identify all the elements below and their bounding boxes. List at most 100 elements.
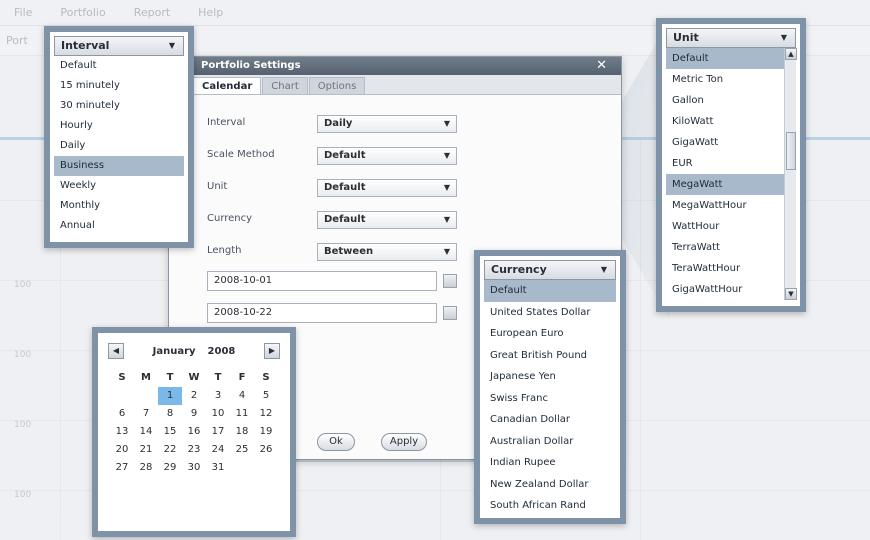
interval-dropdown-header[interactable]: Interval ▼	[54, 36, 184, 56]
calendar-day[interactable]: 13	[110, 423, 134, 441]
length-select[interactable]: Between ▼	[317, 243, 457, 261]
chevron-down-icon: ▼	[600, 265, 607, 274]
apply-button[interactable]: Apply	[381, 433, 427, 451]
scroll-thumb[interactable]	[786, 132, 796, 170]
unit-option-selected[interactable]: Default	[666, 48, 796, 69]
calendar-day[interactable]: 15	[158, 423, 182, 441]
menu-report[interactable]: Report	[134, 6, 170, 19]
calendar-day[interactable]: 12	[254, 405, 278, 423]
currency-option[interactable]: Canadian Dollar	[484, 409, 616, 431]
calendar-day[interactable]: 4	[230, 387, 254, 405]
interval-select[interactable]: Daily ▼	[317, 115, 457, 133]
y-axis-label: 100	[14, 350, 32, 360]
calendar-day[interactable]: 16	[182, 423, 206, 441]
calendar-day[interactable]: 3	[206, 387, 230, 405]
unit-option[interactable]: GigaWatt	[666, 132, 796, 153]
close-icon[interactable]: ✕	[596, 57, 607, 75]
tab-calendar[interactable]: Calendar	[193, 77, 262, 94]
currency-dropdown-header[interactable]: Currency ▼	[484, 260, 616, 280]
calendar-day-selected[interactable]: 1	[158, 387, 182, 405]
tab-options[interactable]: Options	[308, 77, 366, 94]
calendar-day[interactable]: 20	[110, 441, 134, 459]
calendar-day[interactable]: 2	[182, 387, 206, 405]
menu-portfolio[interactable]: Portfolio	[60, 6, 105, 19]
calendar-day[interactable]: 31	[206, 459, 230, 477]
unit-option[interactable]: TerraWatt	[666, 237, 796, 258]
currency-option[interactable]: United States Dollar	[484, 302, 616, 324]
calendar-day[interactable]: 7	[134, 405, 158, 423]
menu-help[interactable]: Help	[198, 6, 223, 19]
ok-button[interactable]: Ok	[317, 433, 355, 451]
interval-option[interactable]: Daily	[54, 136, 184, 156]
calendar-day[interactable]: 14	[134, 423, 158, 441]
interval-option[interactable]: Monthly	[54, 196, 184, 216]
unit-dropdown-title: Unit	[673, 31, 699, 44]
calendar-day[interactable]: 10	[206, 405, 230, 423]
calendar-day[interactable]: 27	[110, 459, 134, 477]
interval-option[interactable]: Weekly	[54, 176, 184, 196]
calendar-day[interactable]: 25	[230, 441, 254, 459]
calendar-day[interactable]: 29	[158, 459, 182, 477]
interval-option[interactable]: Default	[54, 56, 184, 76]
unit-option[interactable]: EUR	[666, 153, 796, 174]
start-date-field[interactable]: 2008-10-01	[207, 271, 437, 291]
unit-option-highlighted[interactable]: MegaWatt	[666, 174, 796, 195]
calendar-day[interactable]: 6	[110, 405, 134, 423]
calendar-day[interactable]: 9	[182, 405, 206, 423]
currency-option[interactable]: New Zealand Dollar	[484, 474, 616, 496]
end-date-field[interactable]: 2008-10-22	[207, 303, 437, 323]
calendar-day[interactable]: 8	[158, 405, 182, 423]
calendar-day[interactable]: 24	[206, 441, 230, 459]
currency-option[interactable]: Great British Pound	[484, 345, 616, 367]
currency-option[interactable]: South African Rand	[484, 495, 616, 517]
calendar-day[interactable]: 26	[254, 441, 278, 459]
unit-option[interactable]: KiloWatt	[666, 111, 796, 132]
interval-select-value: Daily	[324, 118, 353, 129]
unit-scrollbar[interactable]: ▲ ▼	[784, 48, 797, 300]
calendar-day[interactable]: 21	[134, 441, 158, 459]
currency-option[interactable]: Swiss Franc	[484, 388, 616, 410]
currency-option[interactable]: Indian Rupee	[484, 452, 616, 474]
unit-option[interactable]: WattHour	[666, 216, 796, 237]
scroll-down-icon[interactable]: ▼	[785, 288, 797, 300]
calendar-day[interactable]: 30	[182, 459, 206, 477]
currency-option-selected[interactable]: Default	[484, 280, 616, 302]
unit-select[interactable]: Default ▼	[317, 179, 457, 197]
calendar-icon[interactable]	[443, 306, 457, 320]
scale-method-label: Scale Method	[207, 149, 275, 160]
currency-option[interactable]: Japanese Yen	[484, 366, 616, 388]
unit-option[interactable]: Gallon	[666, 90, 796, 111]
calendar-day[interactable]: 22	[158, 441, 182, 459]
unit-option[interactable]: GigaWattHour	[666, 279, 796, 300]
dialog-title-bar: Portfolio Settings ✕	[169, 57, 621, 75]
calendar-day[interactable]: 28	[134, 459, 158, 477]
interval-option[interactable]: Hourly	[54, 116, 184, 136]
interval-option-selected[interactable]: Business	[54, 156, 184, 176]
next-month-icon[interactable]: ▶	[264, 343, 280, 359]
scroll-up-icon[interactable]: ▲	[785, 48, 797, 60]
prev-month-icon[interactable]: ◀	[108, 343, 124, 359]
currency-option[interactable]: Australian Dollar	[484, 431, 616, 453]
toolbar-tab[interactable]: Port	[6, 34, 28, 47]
calendar-icon[interactable]	[443, 274, 457, 288]
unit-option[interactable]: MegaWattHour	[666, 195, 796, 216]
menu-file[interactable]: File	[14, 6, 32, 19]
calendar-day[interactable]: 23	[182, 441, 206, 459]
calendar-day[interactable]: 19	[254, 423, 278, 441]
calendar-day[interactable]: 17	[206, 423, 230, 441]
currency-select[interactable]: Default ▼	[317, 211, 457, 229]
unit-option[interactable]: TeraWattHour	[666, 258, 796, 279]
calendar-day[interactable]: 18	[230, 423, 254, 441]
scale-method-select[interactable]: Default ▼	[317, 147, 457, 165]
chevron-down-icon: ▼	[443, 183, 450, 192]
unit-option[interactable]: Metric Ton	[666, 69, 796, 90]
tab-chart[interactable]: Chart	[262, 77, 308, 94]
calendar-day[interactable]: 5	[254, 387, 278, 405]
y-axis-label: 100	[14, 420, 32, 430]
unit-dropdown-header[interactable]: Unit ▼	[666, 28, 796, 48]
currency-option[interactable]: European Euro	[484, 323, 616, 345]
interval-option[interactable]: 15 minutely	[54, 76, 184, 96]
calendar-day[interactable]: 11	[230, 405, 254, 423]
interval-option[interactable]: 30 minutely	[54, 96, 184, 116]
interval-option[interactable]: Annual	[54, 216, 184, 236]
